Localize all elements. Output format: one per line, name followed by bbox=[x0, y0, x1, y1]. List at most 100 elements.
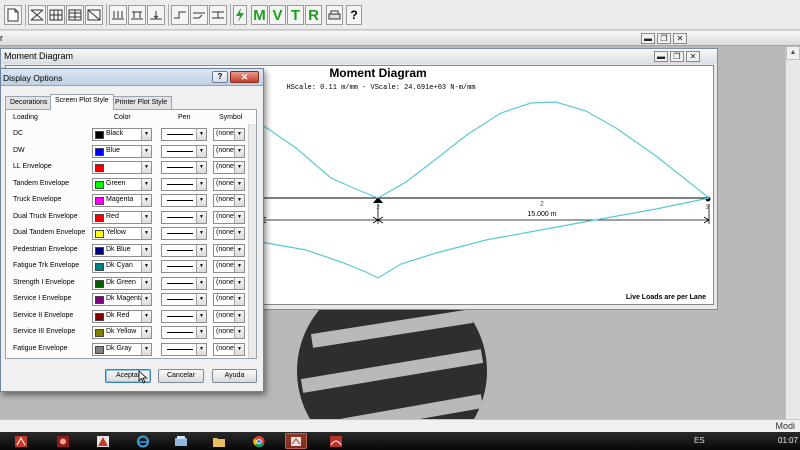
taskbar-active-app-icon[interactable] bbox=[285, 433, 307, 449]
dropdown-arrow-icon[interactable]: ▼ bbox=[141, 179, 151, 190]
main-close-button[interactable]: ✕ bbox=[673, 33, 687, 44]
pen-style-dropdown[interactable]: ▼ bbox=[161, 326, 207, 339]
pen-style-dropdown[interactable]: ▼ bbox=[161, 194, 207, 207]
dropdown-arrow-icon[interactable]: ▼ bbox=[141, 195, 151, 206]
pen-style-dropdown[interactable]: ▼ bbox=[161, 128, 207, 141]
tab-printer-plot-style[interactable]: Printer Plot Style bbox=[110, 96, 173, 109]
dropdown-arrow-icon[interactable]: ▼ bbox=[141, 146, 151, 157]
color-dropdown[interactable]: ▼ bbox=[92, 161, 152, 174]
dropdown-arrow-icon[interactable]: ▼ bbox=[234, 311, 244, 322]
pen-style-dropdown[interactable]: ▼ bbox=[161, 145, 207, 158]
color-dropdown[interactable]: Dk Magenta ▼ bbox=[92, 293, 152, 306]
color-dropdown[interactable]: Magenta ▼ bbox=[92, 194, 152, 207]
model-button-4[interactable] bbox=[85, 5, 103, 25]
pen-style-dropdown[interactable]: ▼ bbox=[161, 178, 207, 191]
moment-restore-button[interactable]: ❐ bbox=[670, 51, 684, 62]
dropdown-arrow-icon[interactable]: ▼ bbox=[234, 278, 244, 289]
main-vertical-scrollbar[interactable]: ▲ ▼ bbox=[785, 46, 800, 433]
symbol-dropdown[interactable]: (none) ▼ bbox=[213, 293, 245, 306]
dialog-help-button[interactable]: ? bbox=[212, 71, 228, 83]
dropdown-arrow-icon[interactable]: ▼ bbox=[234, 129, 244, 140]
dropdown-arrow-icon[interactable]: ▼ bbox=[141, 228, 151, 239]
symbol-dropdown[interactable]: (none) ▼ bbox=[213, 260, 245, 273]
section-button-3[interactable] bbox=[209, 5, 227, 25]
pen-style-dropdown[interactable]: ▼ bbox=[161, 343, 207, 356]
color-dropdown[interactable]: Dk Red ▼ bbox=[92, 310, 152, 323]
taskbar-app-bridge-icon[interactable] bbox=[325, 433, 347, 449]
internet-explorer-icon[interactable] bbox=[132, 433, 154, 449]
pen-style-dropdown[interactable]: ▼ bbox=[161, 161, 207, 174]
tab-decorations[interactable]: Decorations bbox=[5, 96, 53, 109]
load-button-2[interactable] bbox=[128, 5, 146, 25]
dropdown-arrow-icon[interactable]: ▼ bbox=[234, 327, 244, 338]
dialog-close-button[interactable]: ✕ bbox=[230, 71, 259, 83]
dropdown-arrow-icon[interactable]: ▼ bbox=[196, 179, 206, 190]
dropdown-arrow-icon[interactable]: ▼ bbox=[141, 129, 151, 140]
help-button[interactable]: ? bbox=[346, 5, 362, 25]
new-file-button[interactable] bbox=[4, 5, 22, 25]
pen-style-dropdown[interactable]: ▼ bbox=[161, 310, 207, 323]
symbol-dropdown[interactable]: (none) ▼ bbox=[213, 326, 245, 339]
symbol-dropdown[interactable]: (none) ▼ bbox=[213, 343, 245, 356]
color-dropdown[interactable]: Dk Cyan ▼ bbox=[92, 260, 152, 273]
pen-style-dropdown[interactable]: ▼ bbox=[161, 211, 207, 224]
color-dropdown[interactable]: Yellow ▼ bbox=[92, 227, 152, 240]
section-button-1[interactable] bbox=[171, 5, 189, 25]
pen-style-dropdown[interactable]: ▼ bbox=[161, 227, 207, 240]
pen-style-dropdown[interactable]: ▼ bbox=[161, 277, 207, 290]
scroll-up-arrow-icon[interactable]: ▲ bbox=[786, 46, 800, 60]
pen-style-dropdown[interactable]: ▼ bbox=[161, 293, 207, 306]
dropdown-arrow-icon[interactable]: ▼ bbox=[141, 327, 151, 338]
dropdown-arrow-icon[interactable]: ▼ bbox=[196, 327, 206, 338]
taskbar-app-red-icon[interactable] bbox=[10, 433, 32, 449]
symbol-dropdown[interactable]: (none) ▼ bbox=[213, 194, 245, 207]
pen-style-dropdown[interactable]: ▼ bbox=[161, 260, 207, 273]
dropdown-arrow-icon[interactable]: ▼ bbox=[196, 261, 206, 272]
dropdown-arrow-icon[interactable]: ▼ bbox=[141, 278, 151, 289]
color-dropdown[interactable]: Red ▼ bbox=[92, 211, 152, 224]
panel-vertical-scrollbar[interactable] bbox=[248, 124, 256, 358]
dropdown-arrow-icon[interactable]: ▼ bbox=[234, 212, 244, 223]
run-analysis-button[interactable] bbox=[233, 5, 247, 25]
taskbar-app-dark-red-icon[interactable] bbox=[52, 433, 74, 449]
color-dropdown[interactable]: Dk Gray ▼ bbox=[92, 343, 152, 356]
color-dropdown[interactable]: Dk Yellow ▼ bbox=[92, 326, 152, 339]
dropdown-arrow-icon[interactable]: ▼ bbox=[196, 344, 206, 355]
dropdown-arrow-icon[interactable]: ▼ bbox=[234, 261, 244, 272]
dropdown-arrow-icon[interactable]: ▼ bbox=[141, 311, 151, 322]
main-restore-button[interactable]: ❐ bbox=[657, 33, 671, 44]
dropdown-arrow-icon[interactable]: ▼ bbox=[196, 129, 206, 140]
pen-style-dropdown[interactable]: ▼ bbox=[161, 244, 207, 257]
taskbar-app-blue-icon[interactable] bbox=[170, 433, 192, 449]
moment-close-button[interactable]: ✕ bbox=[686, 51, 700, 62]
tab-screen-plot-style[interactable]: Screen Plot Style bbox=[50, 94, 114, 110]
taskbar-language-indicator[interactable]: ES bbox=[694, 436, 705, 445]
symbol-dropdown[interactable]: (none) ▼ bbox=[213, 244, 245, 257]
model-button-1[interactable] bbox=[28, 5, 46, 25]
symbol-dropdown[interactable]: (none) ▼ bbox=[213, 227, 245, 240]
dropdown-arrow-icon[interactable]: ▼ bbox=[196, 278, 206, 289]
dropdown-arrow-icon[interactable]: ▼ bbox=[196, 294, 206, 305]
symbol-dropdown[interactable]: (none) ▼ bbox=[213, 161, 245, 174]
torsion-button[interactable]: T bbox=[287, 5, 304, 25]
dropdown-arrow-icon[interactable]: ▼ bbox=[196, 245, 206, 256]
dropdown-arrow-icon[interactable]: ▼ bbox=[196, 228, 206, 239]
cancel-button[interactable]: Cancelar bbox=[158, 369, 204, 383]
main-minimize-button[interactable]: ▬ bbox=[641, 33, 655, 44]
dropdown-arrow-icon[interactable]: ▼ bbox=[234, 146, 244, 157]
dropdown-arrow-icon[interactable]: ▼ bbox=[141, 212, 151, 223]
dropdown-arrow-icon[interactable]: ▼ bbox=[196, 162, 206, 173]
print-button[interactable] bbox=[326, 5, 343, 25]
symbol-dropdown[interactable]: (none) ▼ bbox=[213, 211, 245, 224]
dropdown-arrow-icon[interactable]: ▼ bbox=[234, 162, 244, 173]
dropdown-arrow-icon[interactable]: ▼ bbox=[196, 146, 206, 157]
symbol-dropdown[interactable]: (none) ▼ bbox=[213, 310, 245, 323]
color-dropdown[interactable]: Blue ▼ bbox=[92, 145, 152, 158]
dropdown-arrow-icon[interactable]: ▼ bbox=[196, 212, 206, 223]
load-button-1[interactable] bbox=[109, 5, 127, 25]
file-explorer-icon[interactable] bbox=[208, 433, 230, 449]
dropdown-arrow-icon[interactable]: ▼ bbox=[234, 344, 244, 355]
color-dropdown[interactable]: Dk Green ▼ bbox=[92, 277, 152, 290]
symbol-dropdown[interactable]: (none) ▼ bbox=[213, 145, 245, 158]
dropdown-arrow-icon[interactable]: ▼ bbox=[141, 245, 151, 256]
